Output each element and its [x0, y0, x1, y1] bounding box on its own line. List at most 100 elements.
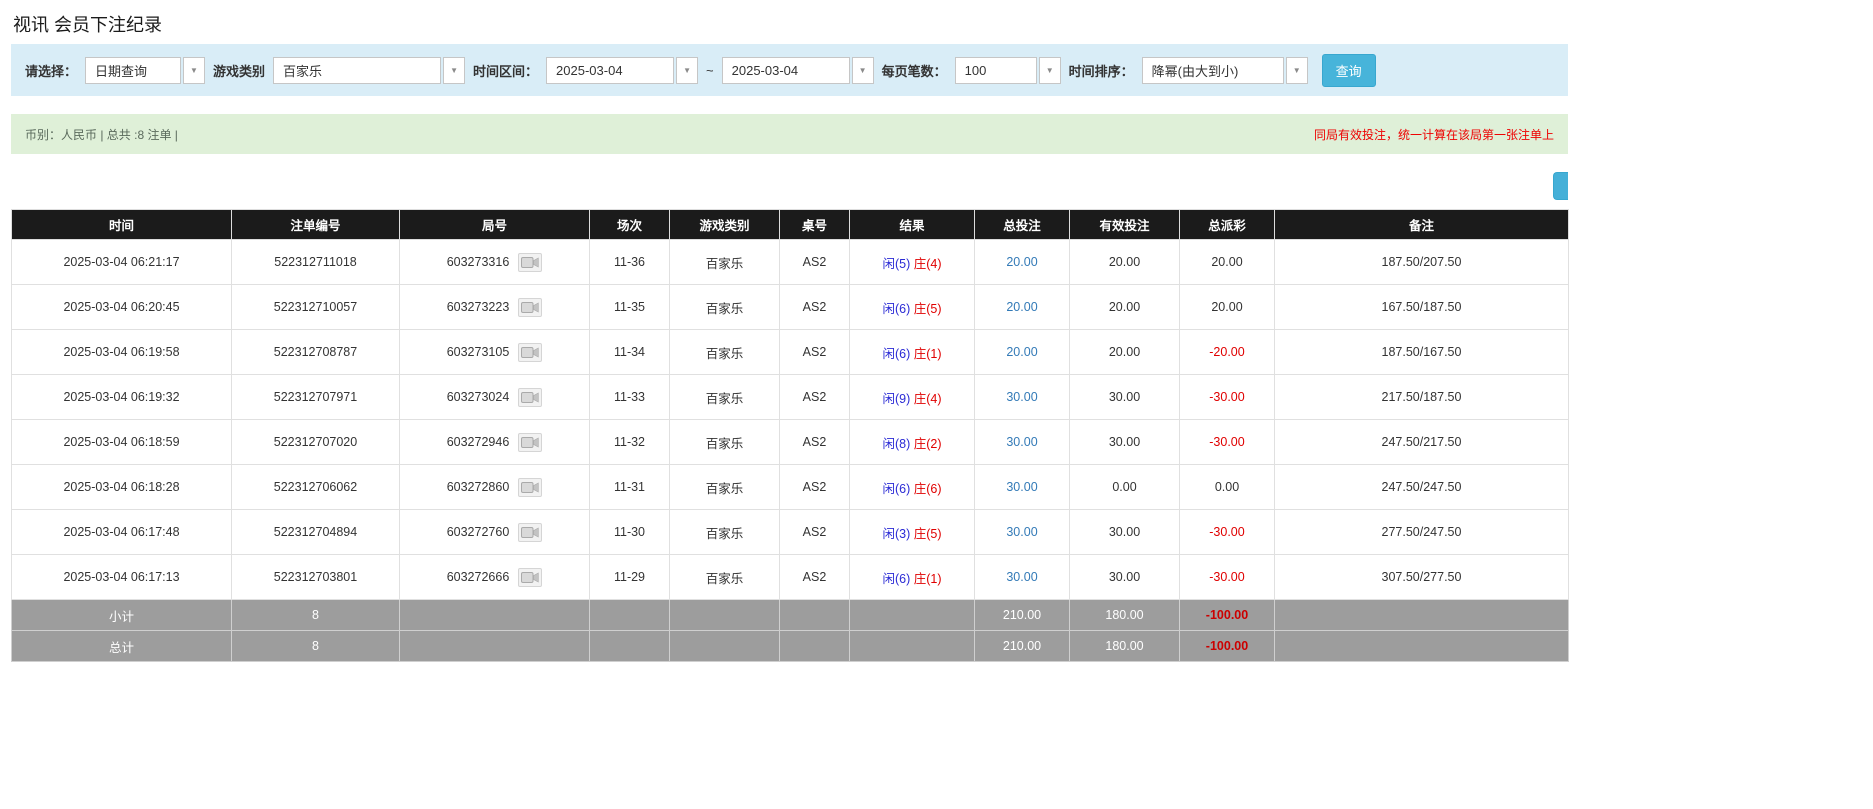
clipped-action-button[interactable] [1553, 172, 1568, 200]
cell-bet-id: 522312703801 [232, 555, 400, 600]
cell-time: 2025-03-04 06:17:48 [12, 510, 232, 555]
total-bet-link[interactable]: 20.00 [1006, 300, 1037, 314]
cell-remark: 277.50/247.50 [1275, 510, 1569, 555]
game-type-value[interactable]: 百家乐 [273, 57, 441, 84]
cell-result: 闲(6) 庄(1) [850, 330, 975, 375]
total-bet-link[interactable]: 30.00 [1006, 480, 1037, 494]
cell-round-id: 603273223 [400, 285, 590, 330]
video-icon[interactable] [518, 523, 542, 542]
chevron-down-icon[interactable]: ▼ [1286, 57, 1308, 84]
round-id-text: 603272760 [447, 525, 510, 539]
cell-total-bet: 20.00 [975, 285, 1070, 330]
video-icon[interactable] [518, 388, 542, 407]
cell-payout: -30.00 [1180, 555, 1275, 600]
result-player: 闲(5) [882, 257, 910, 271]
total-bet-link[interactable]: 20.00 [1006, 345, 1037, 359]
cell-result: 闲(6) 庄(1) [850, 555, 975, 600]
filter-bar: 请选择： 日期查询 ▼ 游戏类别 百家乐 ▼ 时间区间： 2025-03-04 … [11, 44, 1568, 96]
video-icon[interactable] [518, 253, 542, 272]
table-row: 2025-03-04 06:17:13522312703801603272666… [12, 555, 1569, 600]
cell-table-no: AS2 [780, 375, 850, 420]
col-header-session: 场次 [590, 210, 670, 240]
cell-bet-id: 522312704894 [232, 510, 400, 555]
range-separator: ~ [706, 63, 714, 78]
col-header-total-bet: 总投注 [975, 210, 1070, 240]
total-bet-link[interactable]: 20.00 [1006, 255, 1037, 269]
cell-bet-id: 522312707020 [232, 420, 400, 465]
cell-total-bet: 30.00 [975, 375, 1070, 420]
subtotal-row: 小计 8 210.00 180.00 -100.00 [12, 600, 1569, 631]
date-from-value[interactable]: 2025-03-04 [546, 57, 674, 84]
date-to-dropdown[interactable]: 2025-03-04 ▼ [722, 57, 874, 84]
cell-payout: -30.00 [1180, 510, 1275, 555]
cell-bet-id: 522312711018 [232, 240, 400, 285]
total-bet-link[interactable]: 30.00 [1006, 435, 1037, 449]
col-header-remark: 备注 [1275, 210, 1569, 240]
cell-session: 11-36 [590, 240, 670, 285]
cell-time: 2025-03-04 06:18:59 [12, 420, 232, 465]
time-range-label: 时间区间： [473, 61, 538, 80]
col-header-time: 时间 [12, 210, 232, 240]
chevron-down-icon[interactable]: ▼ [443, 57, 465, 84]
cell-total-bet: 20.00 [975, 240, 1070, 285]
col-header-payout: 总派彩 [1180, 210, 1275, 240]
select-type-label: 请选择： [25, 61, 77, 80]
cell-bet-id: 522312710057 [232, 285, 400, 330]
cell-round-id: 603272946 [400, 420, 590, 465]
total-bet-link[interactable]: 30.00 [1006, 390, 1037, 404]
total-row: 总计 8 210.00 180.00 -100.00 [12, 631, 1569, 662]
result-player: 闲(6) [882, 572, 910, 586]
chevron-down-icon[interactable]: ▼ [183, 57, 205, 84]
chevron-down-icon[interactable]: ▼ [852, 57, 874, 84]
result-player: 闲(6) [882, 482, 910, 496]
video-icon[interactable] [518, 478, 542, 497]
cell-game-type: 百家乐 [670, 375, 780, 420]
cell-time: 2025-03-04 06:18:28 [12, 465, 232, 510]
cell-valid-bet: 30.00 [1070, 510, 1180, 555]
cell-total-bet: 30.00 [975, 555, 1070, 600]
video-icon[interactable] [518, 298, 542, 317]
time-sort-value[interactable]: 降幂(由大到小) [1142, 57, 1284, 84]
table-row: 2025-03-04 06:21:17522312711018603273316… [12, 240, 1569, 285]
cell-result: 闲(6) 庄(5) [850, 285, 975, 330]
date-from-dropdown[interactable]: 2025-03-04 ▼ [546, 57, 698, 84]
round-id-text: 603272666 [447, 570, 510, 584]
round-id-text: 603273105 [447, 345, 510, 359]
subtotal-valid-bet: 180.00 [1070, 600, 1180, 631]
cell-remark: 307.50/277.50 [1275, 555, 1569, 600]
total-bet-link[interactable]: 30.00 [1006, 525, 1037, 539]
date-to-value[interactable]: 2025-03-04 [722, 57, 850, 84]
cell-valid-bet: 0.00 [1070, 465, 1180, 510]
cell-total-bet: 30.00 [975, 465, 1070, 510]
query-type-dropdown[interactable]: 日期查询 ▼ [85, 57, 205, 84]
cell-table-no: AS2 [780, 420, 850, 465]
cell-session: 11-30 [590, 510, 670, 555]
time-sort-dropdown[interactable]: 降幂(由大到小) ▼ [1142, 57, 1308, 84]
table-body: 2025-03-04 06:21:17522312711018603273316… [12, 240, 1569, 600]
page-size-dropdown[interactable]: 100 ▼ [955, 57, 1061, 84]
total-bet-link[interactable]: 30.00 [1006, 570, 1037, 584]
chevron-down-icon[interactable]: ▼ [1039, 57, 1061, 84]
search-button[interactable]: 查询 [1322, 54, 1376, 87]
chevron-down-icon[interactable]: ▼ [676, 57, 698, 84]
page-size-value[interactable]: 100 [955, 57, 1037, 84]
cell-valid-bet: 30.00 [1070, 555, 1180, 600]
cell-result: 闲(8) 庄(2) [850, 420, 975, 465]
cell-payout: 20.00 [1180, 240, 1275, 285]
cell-valid-bet: 30.00 [1070, 420, 1180, 465]
cell-session: 11-32 [590, 420, 670, 465]
video-icon[interactable] [518, 343, 542, 362]
result-banker: 庄(5) [914, 527, 942, 541]
cell-session: 11-33 [590, 375, 670, 420]
query-type-value[interactable]: 日期查询 [85, 57, 181, 84]
game-type-dropdown[interactable]: 百家乐 ▼ [273, 57, 465, 84]
video-icon[interactable] [518, 433, 542, 452]
result-player: 闲(3) [882, 527, 910, 541]
subtotal-count: 8 [232, 600, 400, 631]
subtotal-total-bet: 210.00 [975, 600, 1070, 631]
cell-game-type: 百家乐 [670, 510, 780, 555]
cell-valid-bet: 20.00 [1070, 240, 1180, 285]
round-id-text: 603272860 [447, 480, 510, 494]
cell-result: 闲(3) 庄(5) [850, 510, 975, 555]
video-icon[interactable] [518, 568, 542, 587]
